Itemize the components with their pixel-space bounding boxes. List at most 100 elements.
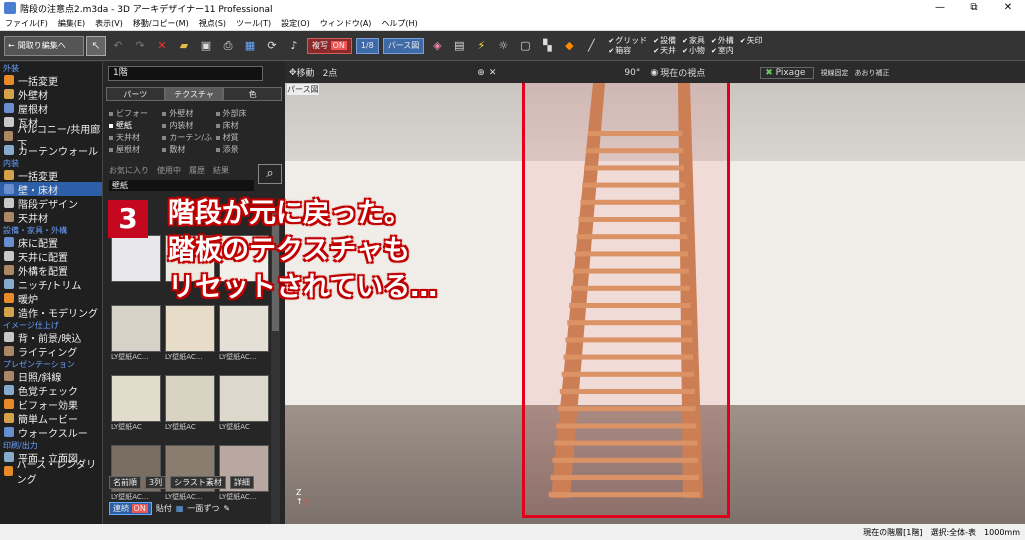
image-button[interactable]: ▦ [240, 36, 260, 56]
grid-icon[interactable]: ▦ [176, 504, 184, 513]
texture-thumb[interactable]: LY壁紙AC... [219, 437, 269, 503]
illustration-check[interactable]: シラスト素材 [170, 476, 226, 489]
nav-item[interactable]: ウォークスルー [0, 425, 102, 440]
close-button[interactable]: ✕ [991, 0, 1025, 16]
category-item[interactable]: 床材 [216, 120, 269, 131]
delete-button[interactable]: ✕ [152, 36, 172, 56]
menu-viewpoint[interactable]: 視点(S) [194, 18, 231, 29]
texture-thumb[interactable]: LY壁紙AC [219, 367, 269, 433]
nav-item[interactable]: ニッチ/トリム [0, 277, 102, 292]
mic-button[interactable]: ♪ [284, 36, 304, 56]
menu-edit[interactable]: 編集(E) [53, 18, 90, 29]
nav-item[interactable]: 暖炉 [0, 291, 102, 306]
nav-item[interactable]: パース・レンダリング [0, 460, 102, 486]
nav-item[interactable]: 天井に配置 [0, 249, 102, 264]
measure-button[interactable]: ⚡ [471, 36, 491, 56]
nav-item[interactable]: 色覚チェック [0, 383, 102, 398]
print-button[interactable]: ⎙ [218, 36, 238, 56]
texture-thumb[interactable]: LY壁紙AC... [111, 297, 161, 363]
columns-select[interactable]: 3列 [145, 476, 167, 489]
tab-texture[interactable]: テクスチャ [164, 87, 224, 101]
category-item[interactable]: 内装材 [162, 120, 215, 131]
move-label[interactable]: 移動 [297, 66, 315, 79]
check-box[interactable]: 箱容 [608, 46, 647, 56]
layout-button[interactable]: ▚ [537, 36, 557, 56]
category-item[interactable]: 外部床 [216, 108, 269, 119]
menu-settings[interactable]: 設定(O) [276, 18, 315, 29]
check-ceiling[interactable]: 天井 [653, 46, 676, 56]
category-item[interactable]: 屋根材 [109, 144, 162, 155]
sync-button[interactable]: ⟳ [262, 36, 282, 56]
undo-button[interactable]: ↶ [108, 36, 128, 56]
nav-item[interactable]: 一括変更 [0, 168, 102, 183]
nav-item[interactable]: ライティング [0, 344, 102, 359]
detail-button[interactable]: 詳細 [229, 476, 254, 489]
current-view-label[interactable]: 現在の視点 [660, 66, 730, 79]
perspective-select[interactable]: パース図 [382, 37, 425, 54]
nav-item[interactable]: 日照/斜線 [0, 369, 102, 384]
search-button[interactable]: ⌕ [258, 164, 282, 184]
nav-item[interactable]: ビフォー効果 [0, 397, 102, 412]
floor-select[interactable]: 1階 [108, 66, 263, 81]
texture-thumb[interactable]: LY壁紙AC... [219, 297, 269, 363]
nav-item[interactable]: 階段デザイン [0, 196, 102, 211]
texture-thumb[interactable]: LY壁紙AC... [165, 437, 215, 503]
camera-icon[interactable]: ◉ [650, 68, 658, 78]
category-item[interactable]: 外壁材 [162, 108, 215, 119]
texture-thumb[interactable]: LY壁紙AC... [165, 297, 215, 363]
view-lock-check[interactable]: 視線固定 [820, 68, 848, 78]
nav-item[interactable]: 簡単ムービー [0, 411, 102, 426]
tilt-correction-check[interactable]: あおり補正 [854, 68, 889, 78]
save-button[interactable]: ▣ [196, 36, 216, 56]
paste-button[interactable]: 貼付 [156, 503, 172, 514]
face-check[interactable]: 一面ずつ [187, 503, 219, 514]
check-interior[interactable]: 室内 [711, 46, 734, 56]
stairs-tool-button[interactable]: ▤ [449, 36, 469, 56]
menu-file[interactable]: ファイル(F) [0, 18, 53, 29]
continuous-toggle[interactable]: 連続 ON [109, 502, 152, 515]
texture-thumb[interactable]: LY壁紙AC... [111, 437, 161, 503]
filter-favorites[interactable]: お気に入り [109, 165, 149, 176]
sort-select[interactable]: 名前順 [109, 476, 141, 489]
filter-results[interactable]: 結果 [213, 165, 229, 176]
redo-button[interactable]: ↷ [130, 36, 150, 56]
nav-item[interactable]: 壁・床材 [0, 182, 102, 197]
nav-item[interactable]: 天井材 [0, 210, 102, 225]
filter-in-use[interactable]: 使用中 [157, 165, 181, 176]
nav-item[interactable]: 外構を配置 [0, 263, 102, 278]
angle-label[interactable]: 90° [624, 68, 640, 78]
pixage-button[interactable]: ✖ Pixage [760, 66, 815, 79]
two-point-label[interactable]: 2点 [323, 66, 338, 79]
check-grid[interactable]: グリッド [608, 36, 647, 46]
menu-view[interactable]: 表示(V) [90, 18, 128, 29]
subcategory-select[interactable]: 壁紙 [109, 180, 254, 191]
check-small-items[interactable]: 小物 [682, 46, 705, 56]
light-button[interactable]: ☼ [493, 36, 513, 56]
nav-item[interactable]: 造作・モデリング [0, 305, 102, 320]
nav-item[interactable]: 床に配置 [0, 235, 102, 250]
category-item[interactable]: カーテン/ふ [162, 132, 215, 143]
category-item[interactable]: 壁紙 [109, 120, 162, 131]
category-item[interactable]: 材質 [216, 132, 269, 143]
zoom-icon[interactable]: ⊕ [477, 68, 485, 78]
category-item[interactable]: ビフォー [109, 108, 162, 119]
nav-item[interactable]: 外壁材 [0, 87, 102, 102]
material-button[interactable]: ◆ [559, 36, 579, 56]
tab-color[interactable]: 色 [223, 87, 283, 101]
menu-tools[interactable]: ツール(T) [231, 18, 276, 29]
move-icon[interactable]: ✥ [289, 68, 297, 78]
minimize-button[interactable]: — [923, 0, 957, 16]
menu-window[interactable]: ウィンドウ(A) [315, 18, 377, 29]
check-furniture[interactable]: 家具 [682, 36, 705, 46]
check-exterior[interactable]: 外構 [711, 36, 734, 46]
ruler-button[interactable]: ╱ [581, 36, 601, 56]
check-equipment[interactable]: 設備 [653, 36, 676, 46]
scale-select[interactable]: 1/8 [355, 37, 379, 54]
filter-history[interactable]: 履歴 [189, 165, 205, 176]
menu-move-copy[interactable]: 移動/コピー(M) [128, 18, 194, 29]
select-tool-button[interactable]: ↖ [86, 35, 106, 56]
rotate-icon[interactable]: ✕ [489, 68, 497, 78]
check-arrow[interactable]: 矢印 [740, 36, 763, 46]
back-to-floorplan-button[interactable]: ← 間取り編集へ [4, 35, 84, 56]
nav-item[interactable]: カーテンウォール [0, 143, 102, 158]
